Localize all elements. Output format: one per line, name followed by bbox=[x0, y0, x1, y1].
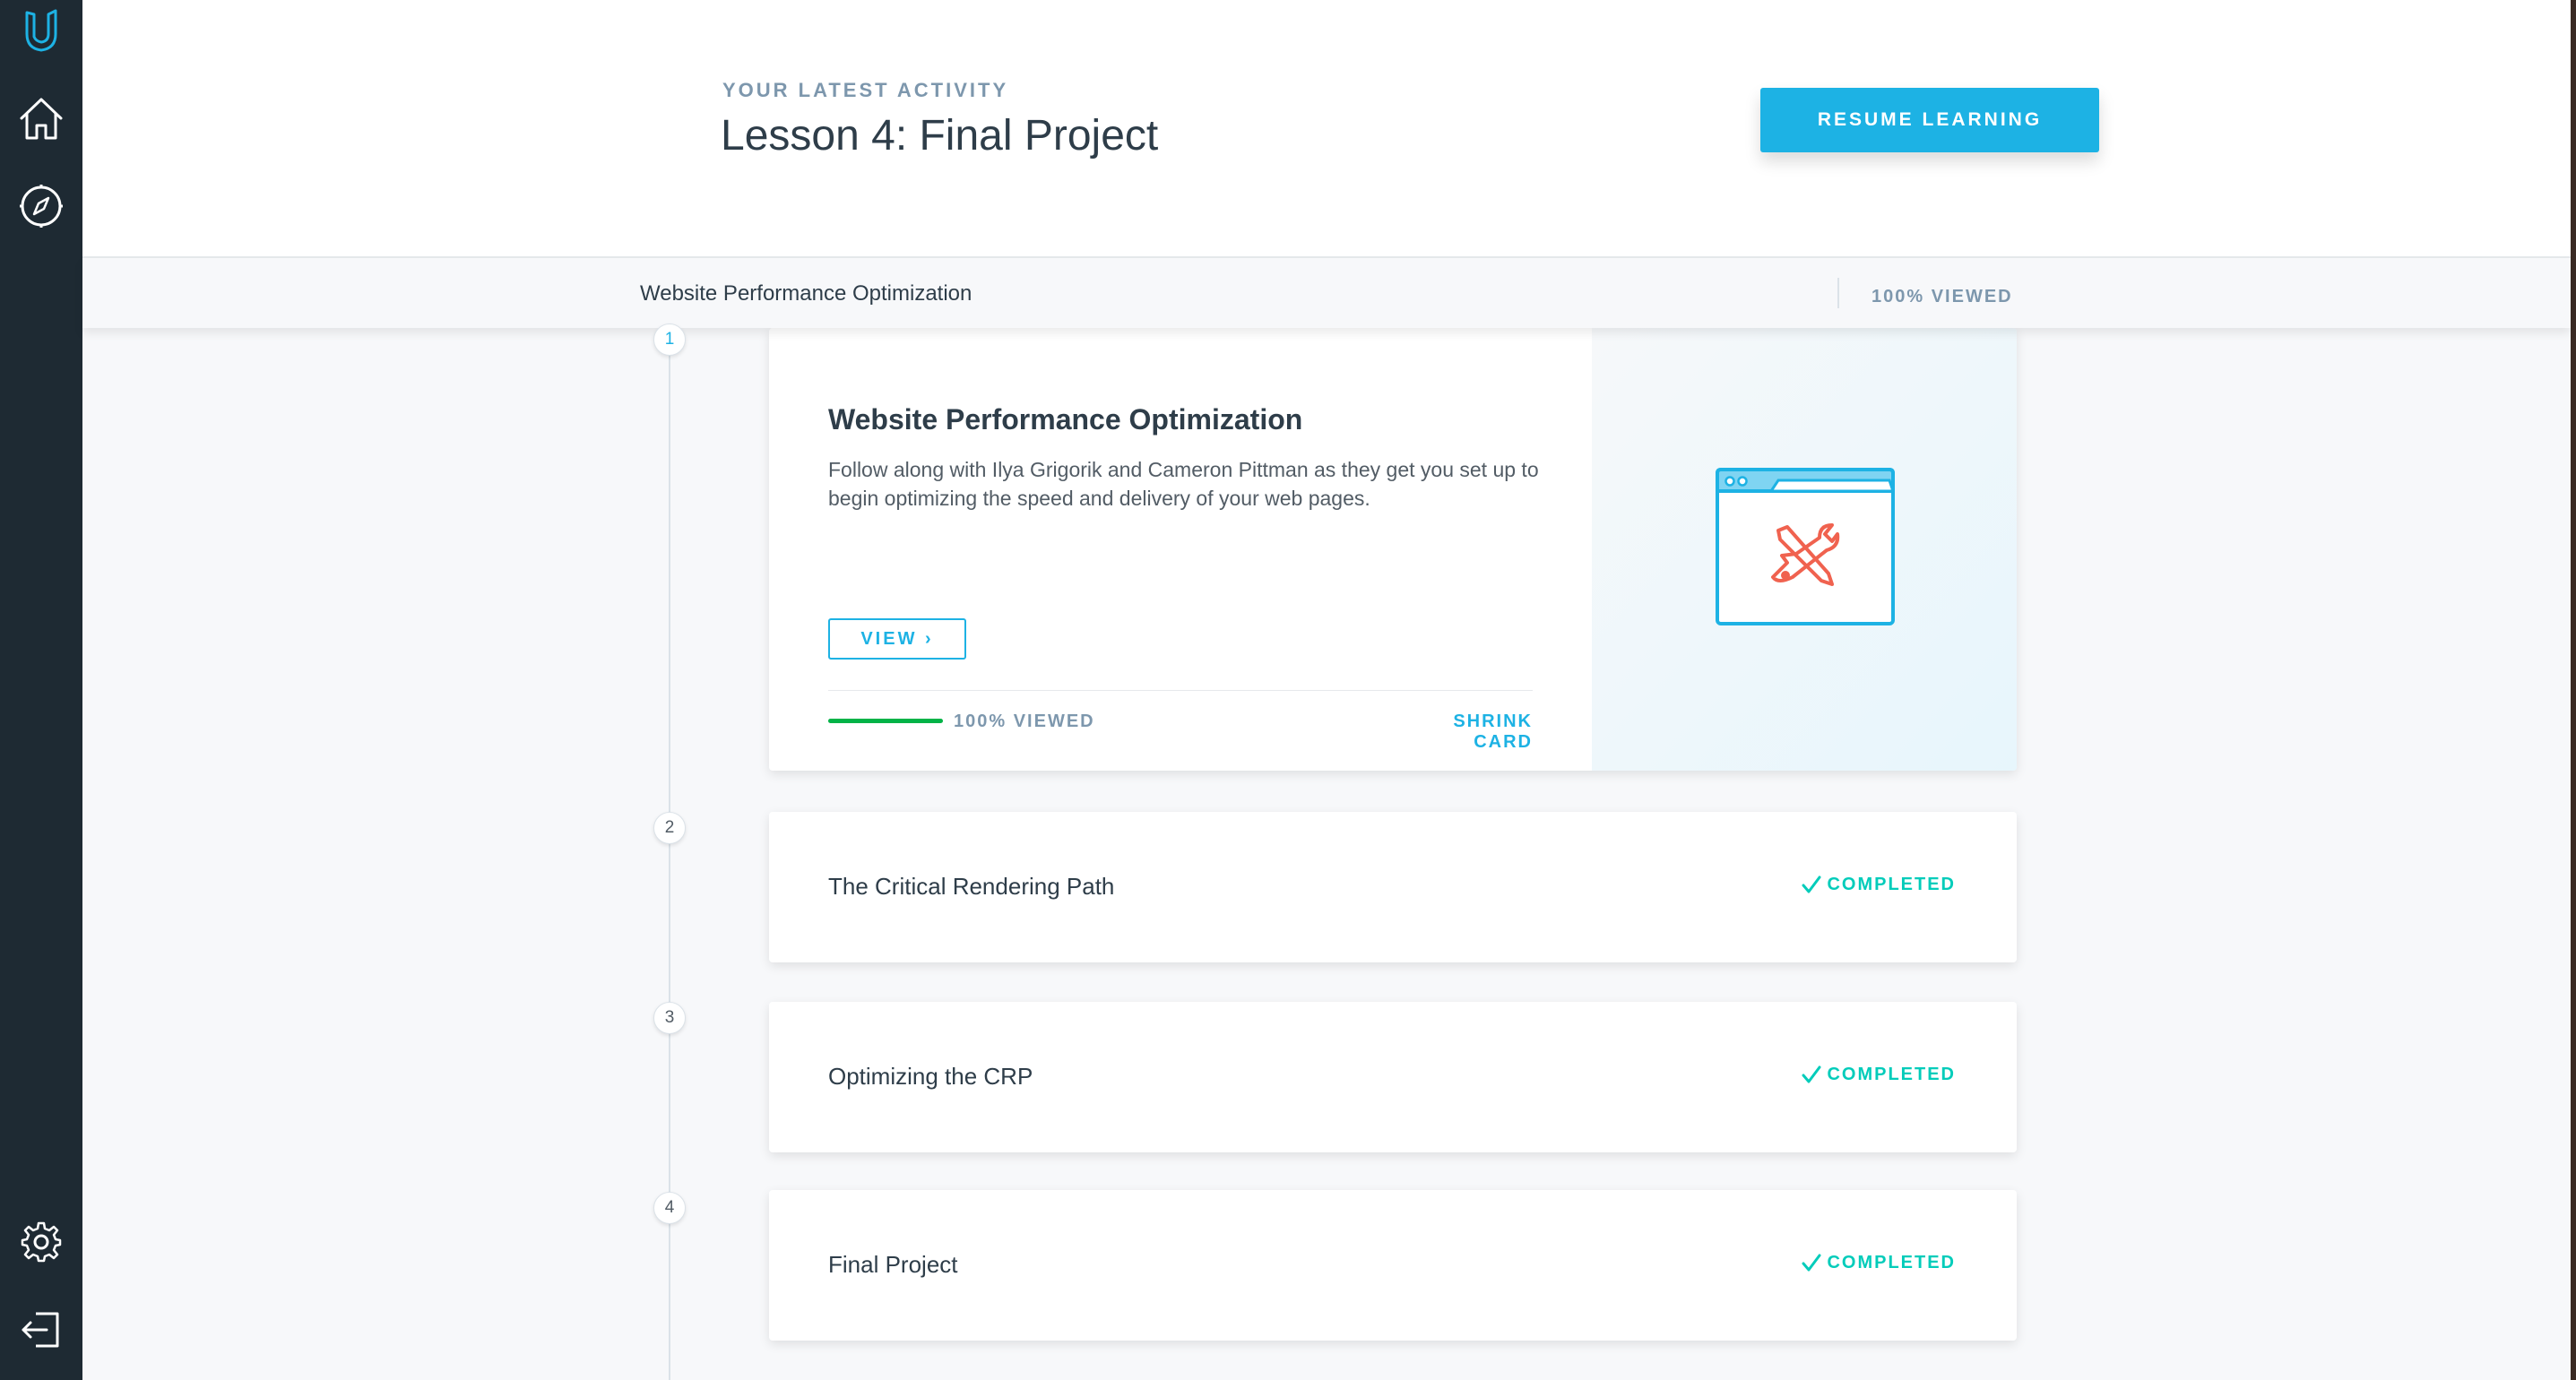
step-number-4: 4 bbox=[653, 1192, 686, 1224]
status-label: COMPLETED bbox=[1827, 875, 1956, 894]
status-label: COMPLETED bbox=[1827, 1253, 1956, 1272]
divider bbox=[1837, 278, 1839, 308]
lesson-title: The Critical Rendering Path bbox=[828, 873, 1115, 900]
lesson-title: Final Project bbox=[828, 1251, 958, 1278]
lesson-card-illustration-panel bbox=[1592, 328, 2017, 771]
home-icon[interactable] bbox=[14, 91, 68, 145]
lesson-card-expanded: Website Performance Optimization Follow … bbox=[769, 328, 2017, 771]
activity-label: YOUR LATEST ACTIVITY bbox=[722, 79, 1009, 101]
compass-icon[interactable] bbox=[14, 179, 68, 233]
shrink-card-link[interactable]: SHRINK CARD bbox=[1396, 712, 1533, 753]
latest-activity-header: YOUR LATEST ACTIVITY Lesson 4: Final Pro… bbox=[82, 0, 2571, 258]
logout-icon[interactable] bbox=[14, 1303, 68, 1357]
view-button[interactable]: VIEW › bbox=[828, 618, 966, 660]
course-viewed-label: 100% VIEWED bbox=[1871, 287, 2013, 306]
gear-icon[interactable] bbox=[14, 1215, 68, 1269]
progress-bar bbox=[828, 719, 943, 723]
lesson-card-content: Website Performance Optimization Follow … bbox=[769, 328, 1592, 771]
resume-learning-button[interactable]: RESUME LEARNING bbox=[1760, 88, 2099, 152]
course-progress-bar: Website Performance Optimization 100% VI… bbox=[82, 258, 2571, 328]
divider bbox=[828, 690, 1533, 691]
udacity-logo-icon[interactable] bbox=[14, 4, 68, 57]
checkmark-icon bbox=[1802, 1254, 1821, 1271]
checkmark-icon bbox=[1802, 1065, 1821, 1082]
checkmark-icon bbox=[1802, 875, 1821, 893]
window-edge bbox=[2571, 0, 2576, 1380]
browser-tools-icon bbox=[1716, 468, 1895, 625]
status-label: COMPLETED bbox=[1827, 1065, 1956, 1084]
step-number-1: 1 bbox=[653, 323, 686, 356]
sidebar bbox=[0, 0, 82, 1380]
progress-label: 100% VIEWED bbox=[954, 712, 1095, 731]
lesson-card[interactable]: Optimizing the CRP COMPLETED bbox=[769, 1002, 2017, 1152]
lesson-title: Lesson 4: Final Project bbox=[721, 112, 1159, 160]
step-number-3: 3 bbox=[653, 1002, 686, 1034]
lesson-card-description: Follow along with Ilya Grigorik and Came… bbox=[828, 458, 1539, 510]
completed-status: COMPLETED bbox=[1802, 1253, 1956, 1273]
lesson-title: Optimizing the CRP bbox=[828, 1063, 1033, 1090]
step-number-2: 2 bbox=[653, 812, 686, 844]
progress-fill bbox=[828, 719, 943, 723]
lesson-card[interactable]: The Critical Rendering Path COMPLETED bbox=[769, 812, 2017, 962]
completed-status: COMPLETED bbox=[1802, 1065, 1956, 1085]
course-title: Website Performance Optimization bbox=[640, 281, 972, 306]
lesson-card-title: Website Performance Optimization bbox=[828, 403, 1303, 436]
completed-status: COMPLETED bbox=[1802, 875, 1956, 895]
lesson-card[interactable]: Final Project COMPLETED bbox=[769, 1190, 2017, 1341]
